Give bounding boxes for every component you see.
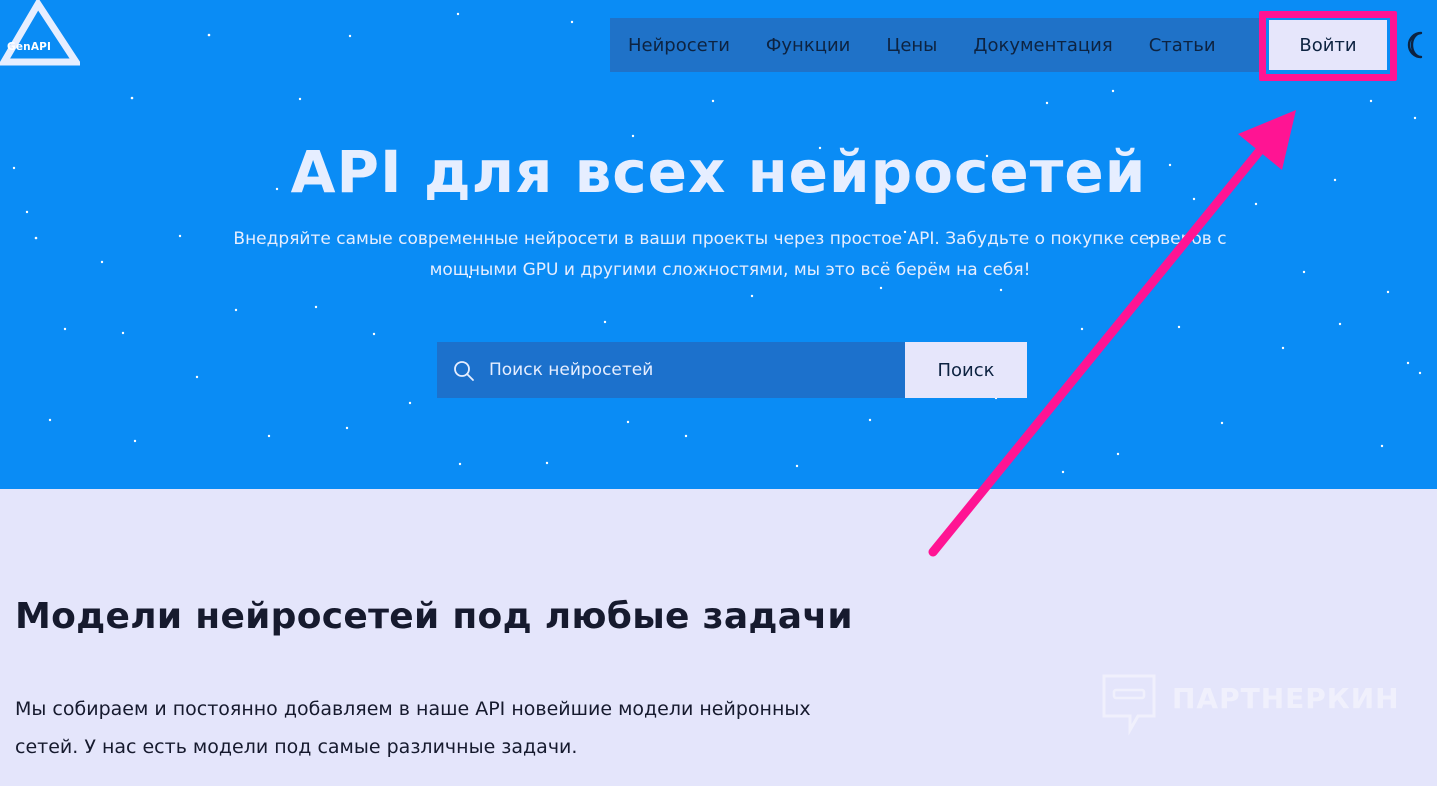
search-icon	[454, 361, 474, 381]
logo[interactable]: GenAPI	[0, 0, 83, 68]
moon-icon[interactable]	[1404, 30, 1430, 60]
logo-triangle-icon	[0, 0, 83, 66]
top-navigation: Нейросети Функции Цены Документация Стат…	[610, 18, 1260, 72]
hero-subtitle: Внедряйте самые современные нейросети в …	[233, 229, 1227, 280]
hero-title: API для всех нейросетей	[290, 138, 1147, 206]
nav-item-articles[interactable]: Статьи	[1131, 35, 1234, 56]
search-input[interactable]	[489, 342, 889, 398]
section-description: Мы собираем и постоянно добавляем в наше…	[15, 698, 811, 758]
search-box	[437, 342, 905, 398]
nav-item-pricing[interactable]: Цены	[868, 35, 955, 56]
hero-section: GenAPI Нейросети Функции Цены Документац…	[0, 0, 1437, 489]
watermark-text: ПАРТНЕРКИН	[1172, 682, 1400, 715]
logo-text: GenAPI	[7, 41, 52, 53]
search-button[interactable]: Поиск	[905, 342, 1027, 398]
login-highlight-frame	[1259, 11, 1397, 81]
watermark: ПАРТНЕРКИН	[1100, 672, 1400, 736]
nav-item-features[interactable]: Функции	[748, 35, 868, 56]
nav-item-documentation[interactable]: Документация	[955, 35, 1130, 56]
watermark-logo-icon	[1102, 674, 1156, 736]
nav-item-neural-networks[interactable]: Нейросети	[610, 35, 748, 56]
section-title: Модели нейросетей под любые задачи	[15, 596, 853, 637]
